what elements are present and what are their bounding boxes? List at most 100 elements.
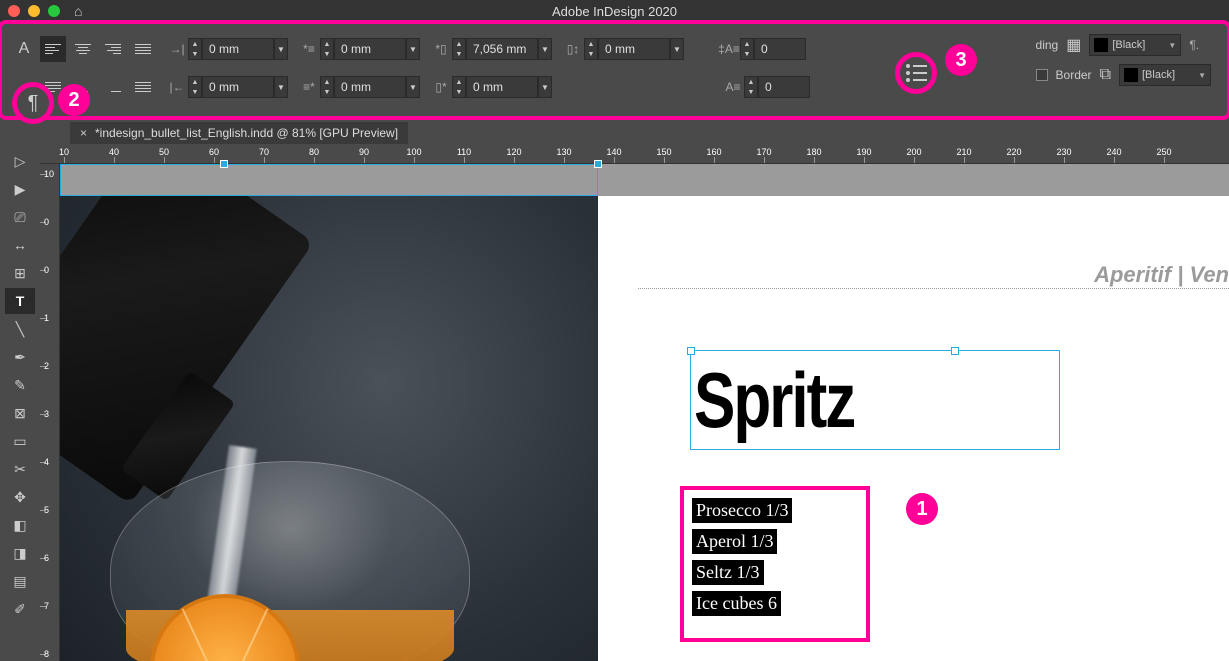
space-between-icon: ▯↕ (562, 38, 584, 60)
indent-left-field: →| ▲▼ ▼ (166, 38, 288, 60)
app-menu-icon[interactable]: ⌂ (74, 3, 82, 19)
close-window-button[interactable] (8, 5, 20, 17)
ingredient-item[interactable]: Ice cubes 6 (692, 591, 781, 616)
content-collector-tool[interactable]: ⊞ (5, 260, 35, 286)
shading-swatch-dropdown[interactable]: [Black] ▼ (1089, 34, 1181, 56)
justify-right-button[interactable] (100, 74, 126, 100)
space-between-field: ▯↕ ▲▼ ▼ (562, 38, 684, 60)
dropdown-chevron-icon[interactable]: ▼ (274, 76, 288, 98)
page-header: Aperitif | Ven (1094, 262, 1229, 288)
right-controls: ding ▦ [Black] ▼ ¶. Border ⧉ [Black] ▼ (1036, 34, 1211, 86)
type-tool[interactable]: T (5, 288, 35, 314)
free-transform-tool[interactable]: ✥ (5, 484, 35, 510)
space-before-input[interactable] (466, 38, 538, 60)
bulleted-list-highlight (895, 52, 937, 94)
recipe-heading[interactable]: Spritz (694, 357, 854, 446)
direct-selection-tool[interactable]: ▶ (5, 176, 35, 202)
dropdown-chevron-icon[interactable]: ▼ (538, 38, 552, 60)
page[interactable]: Aperitif | Ven Spritz Prosecco 1/3 Apero… (598, 196, 1229, 661)
dropcap-lines-field: ‡A≡ ▲▼ (718, 38, 806, 60)
space-between-input[interactable] (598, 38, 670, 60)
indent-right-stepper[interactable]: ▲▼ (188, 76, 202, 98)
dropcap-lines-input[interactable] (754, 38, 806, 60)
align-left-button[interactable] (40, 36, 66, 62)
canvas-area: 1040506070809010011012013014015016017018… (40, 144, 1229, 661)
dropcap-lines-stepper[interactable]: ▲▼ (740, 38, 754, 60)
indent-first-stepper[interactable]: ▲▼ (320, 38, 334, 60)
minimize-window-button[interactable] (28, 5, 40, 17)
dropdown-chevron-icon[interactable]: ▼ (670, 38, 684, 60)
dropcap-chars-input[interactable] (758, 76, 810, 98)
selection-tool[interactable]: ▷ (5, 148, 35, 174)
indent-last-input[interactable] (334, 76, 406, 98)
image-frame[interactable] (60, 196, 598, 661)
dropdown-chevron-icon[interactable]: ▼ (274, 38, 288, 60)
pilcrow-small-icon[interactable]: ¶. (1189, 38, 1199, 52)
pilcrow-icon[interactable]: ¶ (28, 92, 39, 115)
window-controls (8, 5, 60, 17)
note-tool[interactable]: ▤ (5, 568, 35, 594)
pen-tool[interactable]: ✒ (5, 344, 35, 370)
indent-last-stepper[interactable]: ▲▼ (320, 76, 334, 98)
dropcap-lines-icon: ‡A≡ (718, 38, 740, 60)
align-center-button[interactable] (70, 36, 96, 62)
dropdown-chevron-icon[interactable]: ▼ (406, 76, 420, 98)
wine-pour-image (60, 196, 598, 661)
ingredient-item[interactable]: Seltz 1/3 (692, 560, 764, 585)
ingredient-item[interactable]: Aperol 1/3 (692, 529, 777, 554)
space-between-stepper[interactable]: ▲▼ (584, 38, 598, 60)
character-mode-icon[interactable]: A (12, 37, 36, 61)
selection-handle[interactable] (951, 347, 959, 355)
indent-first-input[interactable] (334, 38, 406, 60)
paragraph-mode-highlight: ¶ (12, 82, 54, 124)
selection-handle[interactable] (687, 347, 695, 355)
annotation-1: 1 (906, 493, 938, 525)
border-label: Border (1056, 68, 1092, 82)
gradient-feather-tool[interactable]: ◨ (5, 540, 35, 566)
canvas[interactable]: Aperitif | Ven Spritz Prosecco 1/3 Apero… (60, 164, 1229, 661)
dropdown-chevron-icon[interactable]: ▼ (538, 76, 552, 98)
vertical-ruler[interactable]: 100012345678 (40, 164, 60, 661)
scissors-tool[interactable]: ✂ (5, 456, 35, 482)
bulleted-list-icon[interactable] (906, 64, 927, 82)
swatch-icon (1124, 68, 1138, 82)
dropdown-chevron-icon[interactable]: ▼ (406, 38, 420, 60)
align-right-button[interactable] (100, 36, 126, 62)
border-swatch-dropdown[interactable]: [Black] ▼ (1119, 64, 1211, 86)
indent-right-input[interactable] (202, 76, 274, 98)
indent-last-field: ≡* ▲▼ ▼ (298, 76, 420, 98)
chevron-down-icon: ▼ (1168, 41, 1176, 50)
justify-button[interactable] (130, 36, 156, 62)
rectangle-tool[interactable]: ▭ (5, 428, 35, 454)
indent-first-field: *≡ ▲▼ ▼ (298, 38, 420, 60)
page-tool[interactable]: ⎚ (5, 204, 35, 230)
space-after-stepper[interactable]: ▲▼ (452, 76, 466, 98)
indent-left-icon: →| (166, 38, 188, 60)
ingredient-item[interactable]: Prosecco 1/3 (692, 498, 792, 523)
dropcap-chars-stepper[interactable]: ▲▼ (744, 76, 758, 98)
justify-all-button[interactable] (130, 74, 156, 100)
selection-handle[interactable] (220, 160, 228, 168)
border-checkbox[interactable] (1036, 69, 1048, 81)
indent-left-stepper[interactable]: ▲▼ (188, 38, 202, 60)
document-tab[interactable]: *indesign_bullet_list_English.indd @ 81%… (70, 122, 408, 144)
header-rule (638, 288, 1229, 289)
shading-label: ding (1036, 38, 1059, 52)
border-box-icon[interactable]: ⧉ (1100, 66, 1111, 84)
gap-tool[interactable]: ↔ (5, 232, 35, 258)
gradient-swatch-tool[interactable]: ◧ (5, 512, 35, 538)
line-tool[interactable]: ╲ (5, 316, 35, 342)
shading-grid-icon[interactable]: ▦ (1066, 35, 1081, 55)
indent-right-icon: |← (166, 76, 188, 98)
rectangle-frame-tool[interactable]: ⊠ (5, 400, 35, 426)
indent-left-input[interactable] (202, 38, 274, 60)
horizontal-ruler[interactable]: 1040506070809010011012013014015016017018… (40, 144, 1229, 164)
eyedropper-tool[interactable]: ✐ (5, 596, 35, 622)
chevron-down-icon: ▼ (1198, 71, 1206, 80)
space-after-input[interactable] (466, 76, 538, 98)
annotation-3: 3 (945, 44, 977, 76)
selection-handle[interactable] (594, 160, 602, 168)
space-before-stepper[interactable]: ▲▼ (452, 38, 466, 60)
maximize-window-button[interactable] (48, 5, 60, 17)
pencil-tool[interactable]: ✎ (5, 372, 35, 398)
